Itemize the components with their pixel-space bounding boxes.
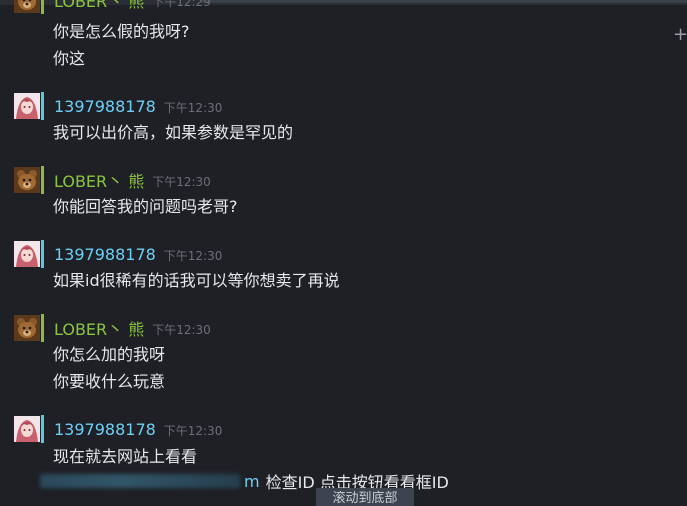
status-indicator [41, 0, 44, 14]
avatar[interactable] [14, 0, 44, 16]
status-indicator [41, 166, 44, 194]
sender-name[interactable]: 1397988178 [54, 420, 156, 439]
status-indicator [41, 415, 44, 443]
message-header: 1397988178 下午12:30 [54, 92, 222, 120]
message-header: LOBER丶 熊 下午12:30 [54, 314, 211, 342]
message-header: LOBER丶 熊 下午12:29 [54, 0, 211, 14]
timestamp: 下午12:30 [152, 323, 211, 337]
avatar[interactable] [14, 166, 44, 196]
avatar[interactable] [14, 415, 44, 445]
anime-avatar-icon [14, 93, 40, 119]
bear-avatar-icon [14, 167, 40, 193]
status-indicator [41, 92, 44, 120]
message-header: 1397988178 下午12:30 [54, 240, 222, 268]
message-text: 如果id很稀有的话我可以等你想卖了再说 [53, 271, 340, 290]
top-divider [200, 0, 687, 3]
timestamp: 下午12:29 [152, 0, 211, 9]
status-indicator [41, 240, 44, 268]
blurred-link[interactable] [40, 474, 240, 488]
timestamp: 下午12:30 [163, 249, 223, 263]
link-suffix[interactable]: m [244, 472, 260, 491]
sender-name[interactable]: LOBER丶 熊 [54, 168, 144, 192]
sender-name[interactable]: 1397988178 [54, 97, 156, 116]
message-header: 1397988178 下午12:30 [54, 415, 222, 443]
sender-name[interactable]: LOBER丶 熊 [54, 0, 144, 12]
message-text: 你怎么加的我呀 [53, 345, 166, 364]
timestamp: 下午12:30 [163, 424, 223, 438]
message-text: 你是怎么假的我呀? [53, 22, 190, 41]
sender-name[interactable]: LOBER丶 熊 [54, 316, 144, 340]
message-text: 现在就去网站上看看 [53, 447, 198, 466]
timestamp: 下午12:30 [163, 101, 223, 115]
add-icon[interactable]: + [673, 20, 687, 50]
message-text: 我可以出价高，如果参数是罕见的 [53, 123, 294, 142]
scroll-to-bottom-button[interactable]: 滚动到底部 [316, 488, 414, 506]
anime-avatar-icon [14, 416, 40, 442]
avatar[interactable] [14, 92, 44, 122]
bear-avatar-icon [14, 315, 40, 341]
anime-avatar-icon [14, 241, 40, 267]
avatar[interactable] [14, 314, 44, 344]
status-indicator [41, 314, 44, 342]
message-text: 你这 [53, 49, 86, 68]
sender-name[interactable]: 1397988178 [54, 245, 156, 264]
chat-window: + LOBER丶 熊 下午12:29 你是怎么假的我呀? 你这 13979881… [0, 0, 687, 506]
message-text: 你能回答我的问题吗老哥? [53, 197, 238, 216]
message-text: 你要收什么玩意 [53, 372, 166, 391]
timestamp: 下午12:30 [152, 175, 211, 189]
bear-avatar-icon [14, 0, 40, 13]
avatar[interactable] [14, 240, 44, 270]
message-header: LOBER丶 熊 下午12:30 [54, 166, 211, 194]
